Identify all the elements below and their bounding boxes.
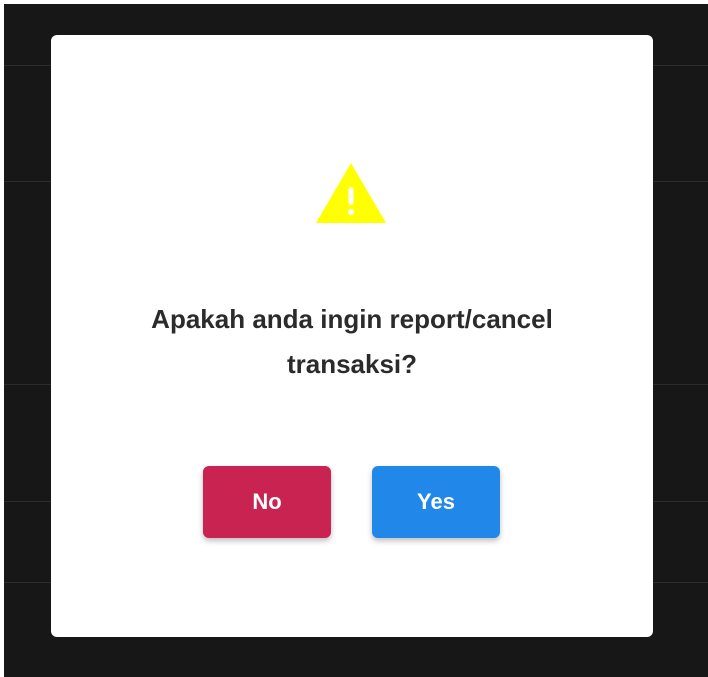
no-button[interactable]: No bbox=[203, 466, 331, 538]
yes-button[interactable]: Yes bbox=[372, 466, 500, 538]
dialog-message: Apakah anda ingin report/cancel transaks… bbox=[151, 304, 553, 379]
warning-icon bbox=[316, 163, 386, 223]
confirmation-dialog: Apakah anda ingin report/cancel transaks… bbox=[51, 35, 653, 637]
modal-backdrop: Apakah anda ingin report/cancel transaks… bbox=[4, 4, 708, 677]
